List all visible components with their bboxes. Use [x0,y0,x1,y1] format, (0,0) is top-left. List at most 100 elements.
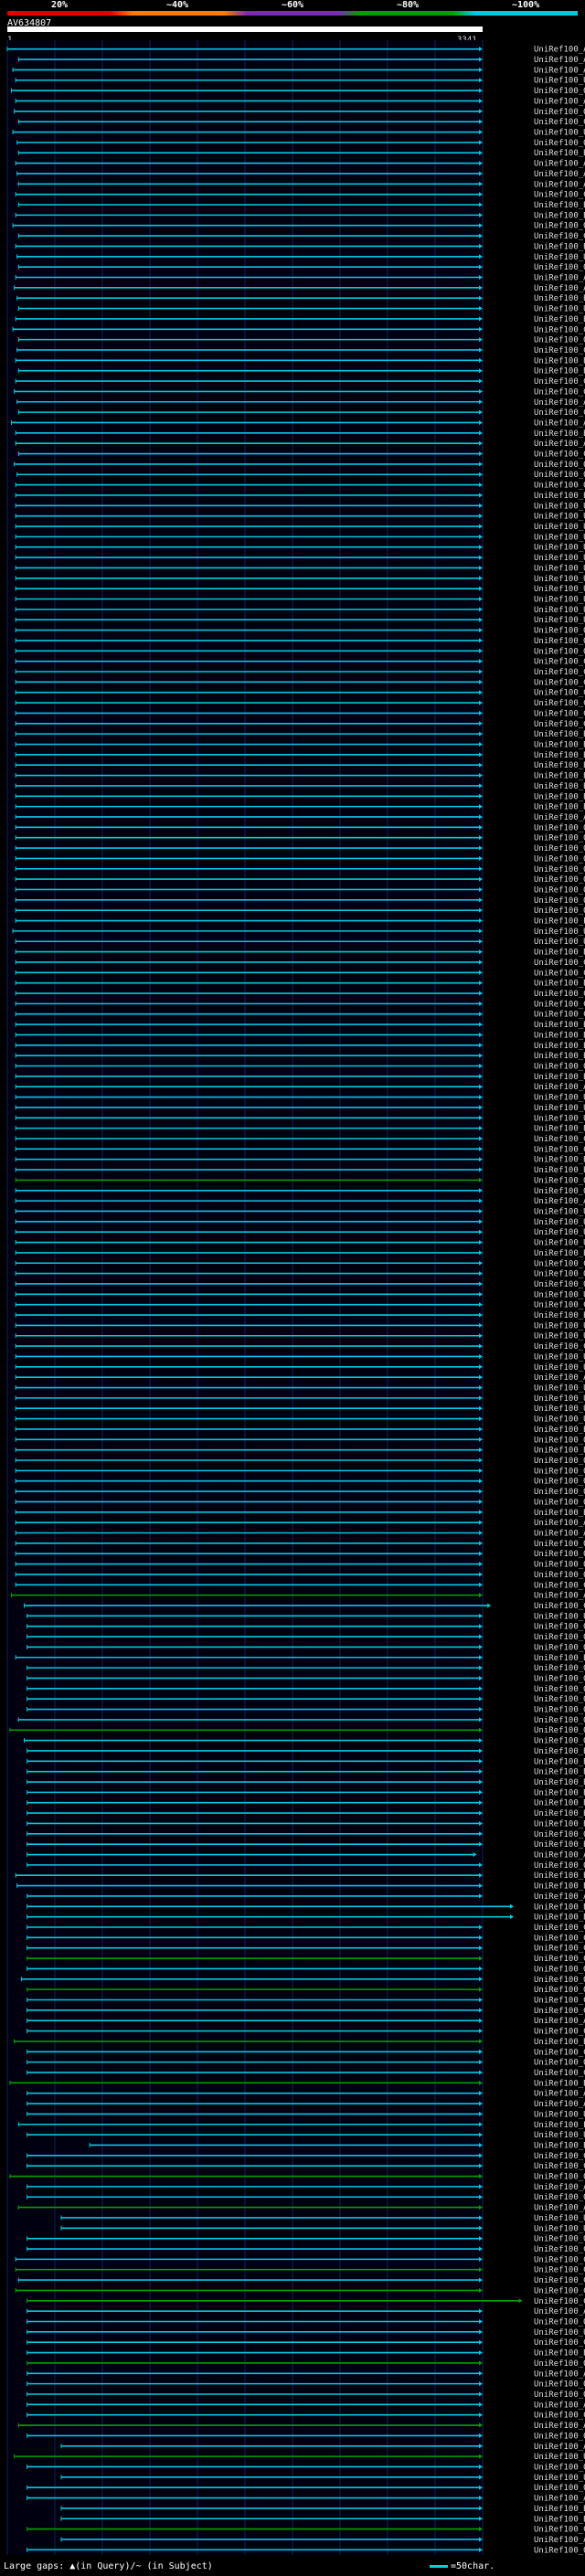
hit-label[interactable]: UniRef100_UP1000... [534,564,585,573]
hit-label[interactable]: UniRef100_B0WP10 [534,1509,585,1518]
hit-label[interactable]: UniRef100_C6UBM5 [534,2048,585,2057]
hit-label[interactable]: UniRef100_Q0IEK8 [534,1498,585,1507]
hit-label[interactable]: UniRef100_Q9M612 [534,222,585,231]
hit-label[interactable]: UniRef100_C1E5S2 [534,1581,585,1590]
hit-label[interactable]: UniRef100_UP1000... [534,1352,585,1362]
hit-label[interactable]: UniRef100_Q2HU79 [534,336,585,345]
hit-label[interactable]: UniRef100_Q2HYP8 [534,647,585,656]
hit-label[interactable]: UniRef100_C1EL13 [534,689,585,698]
hit-label[interactable]: UniRef100_A7MC62 [534,1373,585,1383]
hit-label[interactable]: UniRef100_C5LDX7 [534,2286,585,2295]
hit-label[interactable]: UniRef100_Q5ZMB6 [534,1270,585,1279]
hit-label[interactable]: UniRef100_C3ZS09 [534,1602,585,1611]
hit-label[interactable]: UniRef100_Q86S66-2 [534,1664,585,1673]
hit-label[interactable]: UniRef100_B3MG13 [534,1819,585,1829]
hit-label[interactable]: UniRef100_UP1000... [534,523,585,532]
hit-label[interactable]: UniRef100_B4KQQ3 [534,1778,585,1787]
hit-label[interactable]: UniRef100_UP1000... [534,585,585,594]
hit-label[interactable]: UniRef100_A9PA21 [534,419,585,428]
hit-label[interactable]: UniRef100_UP1000... [534,1363,585,1373]
hit-label[interactable]: UniRef100_C9HAH23 [534,1145,585,1154]
hit-label[interactable]: UniRef100_UP1000... [534,1104,585,1113]
hit-label[interactable]: UniRef100_A8NH82 [534,2422,585,2431]
hit-label[interactable]: UniRef100_UP1000... [534,2110,585,2119]
hit-label[interactable]: UniRef100_C5Z0W9 [534,377,585,387]
hit-label[interactable]: UniRef100_A1CMF8 [534,2204,585,2213]
hit-label[interactable]: UniRef100_A6VB07 [534,1519,585,1528]
hit-label[interactable]: UniRef100_Q2VIP4 [534,1467,585,1476]
hit-label[interactable]: UniRef100_Q8LMR3 [534,471,585,480]
hit-label[interactable]: UniRef100_Q4R107 [534,2390,585,2400]
hit-label[interactable]: UniRef100_UP1000... [534,2214,585,2223]
hit-label[interactable]: UniRef100_Q8LGC6 [534,1540,585,1549]
hit-label[interactable]: UniRef100_C6HX07 [534,2152,585,2161]
hit-label[interactable]: UniRef100_B9QF40 [534,1871,585,1881]
hit-label[interactable]: UniRef100_UP1000... [534,253,585,262]
hit-label[interactable]: UniRef100_UP1000... [534,2131,585,2140]
hit-label[interactable]: UniRef100_Q13705 [534,885,585,895]
hit-label[interactable]: UniRef100_B5XCR8 [534,1052,585,1061]
hit-label[interactable]: UniRef100_UP1000... [534,1321,585,1330]
hit-label[interactable]: UniRef100_A7EI21 [534,2100,585,2109]
hit-label[interactable]: UniRef100_UP1000... [534,1094,585,1103]
hit-label[interactable]: UniRef100_C7YH37 [534,1955,585,1964]
hit-label[interactable]: UniRef100_B3DM00 [534,803,585,812]
hit-label[interactable]: UniRef100_C5KIN2 [534,2297,585,2306]
hit-label[interactable]: UniRef100_Q7SIJ7 [534,2318,585,2327]
hit-label[interactable]: UniRef100_Q7Q1B6 [534,1643,585,1652]
hit-label[interactable]: UniRef100_B6T903 [534,201,585,210]
hit-label[interactable]: UniRef100_A9NTN2 [534,97,585,106]
hit-label[interactable]: UniRef100_B8MA04 [534,1903,585,1912]
hit-label[interactable]: UniRef100_C5QQ41 [534,1945,585,1954]
hit-label[interactable]: UniRef100_Q5K8B4 [534,2484,585,2493]
hit-label[interactable]: UniRef100_UP1000... [534,575,585,584]
hit-label[interactable]: UniRef100_C1EJR8 [534,990,585,999]
hit-label[interactable]: UniRef100_B9IDG2 [534,429,585,439]
hit-label[interactable]: UniRef100_UP1000... [534,1612,585,1621]
hit-label[interactable]: UniRef100_UP1000... [534,1228,585,1237]
hit-label[interactable]: UniRef100_A9NLN5 [534,273,585,282]
hit-label[interactable]: UniRef100_Q8JFU7 [534,1063,585,1072]
hit-label[interactable]: UniRef100_C5GGX6 [534,2255,585,2264]
hit-label[interactable]: UniRef100_Q94JX9 [534,482,585,491]
hit-label[interactable]: UniRef100_UP1000... [534,533,585,542]
hit-label[interactable]: UniRef100_A6R641 [534,2183,585,2192]
hit-label[interactable]: UniRef100_UP1000... [534,1114,585,1123]
hit-label[interactable]: UniRef100_C5WZ58 [534,387,585,397]
hit-label[interactable]: UniRef100_B5XCF1 [534,1031,585,1040]
hit-label[interactable]: UniRef100_A2Q4V1 [534,2017,585,2026]
hit-label[interactable]: UniRef100_Q4R133 [534,2235,585,2244]
hit-label[interactable]: UniRef100_C1EEJ4 [534,1342,585,1352]
hit-label[interactable]: UniRef100_B4GV64 [534,1799,585,1808]
hit-label[interactable]: UniRef100_Q2VIR6 [534,1561,585,1570]
hit-label[interactable]: UniRef100_Q61P73 [534,844,585,853]
hit-label[interactable]: UniRef100_UP1000... [534,1290,585,1299]
hit-label[interactable]: UniRef100_C6T3S3 [534,232,585,241]
hit-label[interactable]: UniRef100_B5XD56 [534,1073,585,1082]
hit-label[interactable]: UniRef100_A4RU98 [534,2090,585,2099]
hit-label[interactable]: UniRef100_Q5SNP3 [534,1176,585,1185]
hit-label[interactable]: UniRef100_B4MDU7 [534,1768,585,1777]
hit-label[interactable]: UniRef100_UP1000... [534,513,585,522]
hit-label[interactable]: UniRef100_C0NMM5 [534,2162,585,2171]
hit-label[interactable]: UniRef100_Q60F90 [534,834,585,843]
hit-label[interactable]: UniRef100_B7EXH8 [534,294,585,303]
hit-label[interactable]: UniRef100_B2W7I6 [534,2349,585,2359]
hit-label[interactable]: UniRef100_Q6QN10 [534,896,585,906]
hit-label[interactable]: UniRef100_Q6IU31 [534,1685,585,1694]
hit-label[interactable]: UniRef100_P0C1S7 [534,2121,585,2130]
hit-label[interactable]: UniRef100_B6SRH0 [534,315,585,324]
hit-label[interactable]: UniRef100_Q9451B [534,1830,585,1839]
hit-label[interactable]: UniRef100_C6T1D9 [534,959,585,968]
hit-label[interactable]: UniRef100_UP1000... [534,2224,585,2233]
hit-label[interactable]: UniRef100_C1H1C7 [534,2245,585,2254]
hit-label[interactable]: UniRef100_B5X5R9 [534,980,585,989]
hit-label[interactable]: UniRef100_C5NYK0 [534,2007,585,2016]
hit-label[interactable]: UniRef100_Q7XT77 [534,461,585,470]
hit-label[interactable]: UniRef100_UP1000... [534,305,585,314]
hit-label[interactable]: UniRef100_B3NRY4 [534,1809,585,1818]
hit-label[interactable]: UniRef100_A9NNH5 [534,1892,585,1902]
hit-label[interactable]: UniRef100_UP1000... [534,606,585,615]
hit-label[interactable]: UniRef100_C9SE60 [534,2526,585,2535]
hit-label[interactable]: UniRef100_UP1000... [534,129,585,138]
